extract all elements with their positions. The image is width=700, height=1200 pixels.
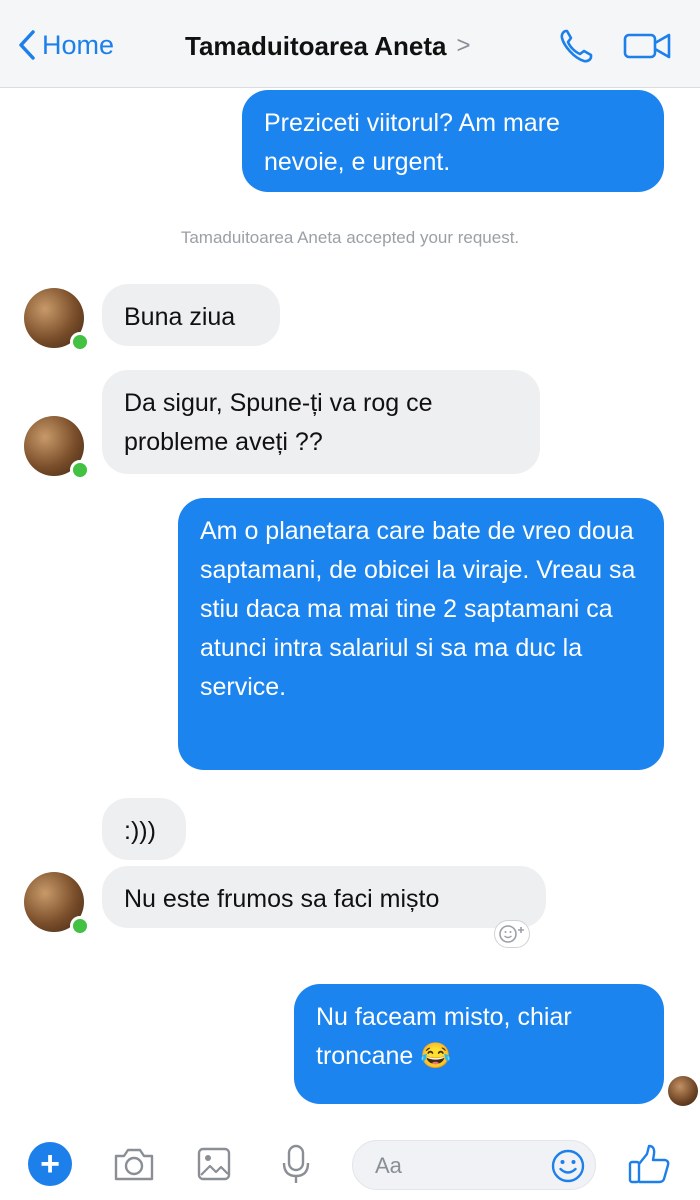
contact-avatar[interactable]	[24, 872, 90, 936]
message-text: Nu este frumos sa faci mișto	[124, 885, 440, 913]
incoming-message[interactable]: :)))	[102, 798, 186, 860]
message-input[interactable]	[375, 1151, 535, 1181]
like-button[interactable]	[624, 1142, 674, 1186]
thumbs-up-icon	[628, 1144, 670, 1184]
image-icon	[197, 1147, 231, 1181]
phone-icon	[560, 29, 593, 63]
contact-details-arrow: >	[456, 32, 471, 59]
outgoing-message[interactable]: Am o planetara care bate de vreo doua sa…	[178, 498, 664, 770]
call-button[interactable]	[556, 26, 596, 66]
message-text: Buna ziua	[124, 303, 236, 331]
back-button[interactable]: Home	[18, 24, 114, 66]
contact-avatar[interactable]	[24, 288, 90, 352]
contact-avatar[interactable]	[24, 416, 90, 480]
video-call-button[interactable]	[622, 26, 674, 66]
voice-message-button[interactable]	[276, 1142, 316, 1186]
online-indicator	[70, 916, 90, 936]
message-text: Nu faceam misto, chiar troncane 😂	[316, 1003, 572, 1070]
read-receipt-avatar	[668, 1076, 698, 1106]
emoji-button[interactable]	[549, 1147, 587, 1185]
video-camera-icon	[623, 33, 671, 59]
add-reaction-button[interactable]	[494, 920, 530, 948]
message-input-container	[352, 1140, 596, 1190]
message-text: Da sigur, Spune-ți va rog ce probleme av…	[124, 389, 433, 456]
outgoing-message[interactable]: Preziceti viitorul? Am mare nevoie, e ur…	[242, 90, 664, 192]
gallery-button[interactable]	[192, 1142, 236, 1186]
message-text: :)))	[124, 817, 156, 845]
system-notice: Tamaduitoarea Aneta accepted your reques…	[180, 228, 520, 247]
online-indicator	[70, 460, 90, 480]
back-label: Home	[42, 29, 115, 60]
composer-bar: +	[0, 1128, 700, 1200]
message-text: Preziceti viitorul? Am mare nevoie, e ur…	[264, 109, 560, 176]
incoming-message[interactable]: Nu este frumos sa faci mișto	[102, 866, 546, 928]
online-indicator	[70, 332, 90, 352]
contact-name: Tamaduitoarea Aneta	[185, 30, 447, 61]
incoming-message[interactable]: Da sigur, Spune-ți va rog ce probleme av…	[102, 370, 540, 474]
plus-icon: +	[40, 1145, 60, 1183]
more-actions-button[interactable]: +	[28, 1142, 72, 1186]
camera-button[interactable]	[110, 1142, 158, 1186]
message-text: Am o planetara care bate de vreo doua sa…	[200, 517, 636, 701]
chevron-left-icon	[19, 30, 35, 60]
microphone-icon	[282, 1144, 310, 1183]
outgoing-message[interactable]: Nu faceam misto, chiar troncane 😂	[294, 984, 664, 1104]
add-reaction-icon	[499, 925, 524, 943]
emoji-icon	[551, 1149, 585, 1183]
contact-title[interactable]: Tamaduitoarea Aneta >	[185, 26, 471, 66]
camera-icon	[114, 1148, 154, 1181]
incoming-message[interactable]: Buna ziua	[102, 284, 280, 346]
conversation-header: Home Tamaduitoarea Aneta >	[0, 0, 700, 88]
